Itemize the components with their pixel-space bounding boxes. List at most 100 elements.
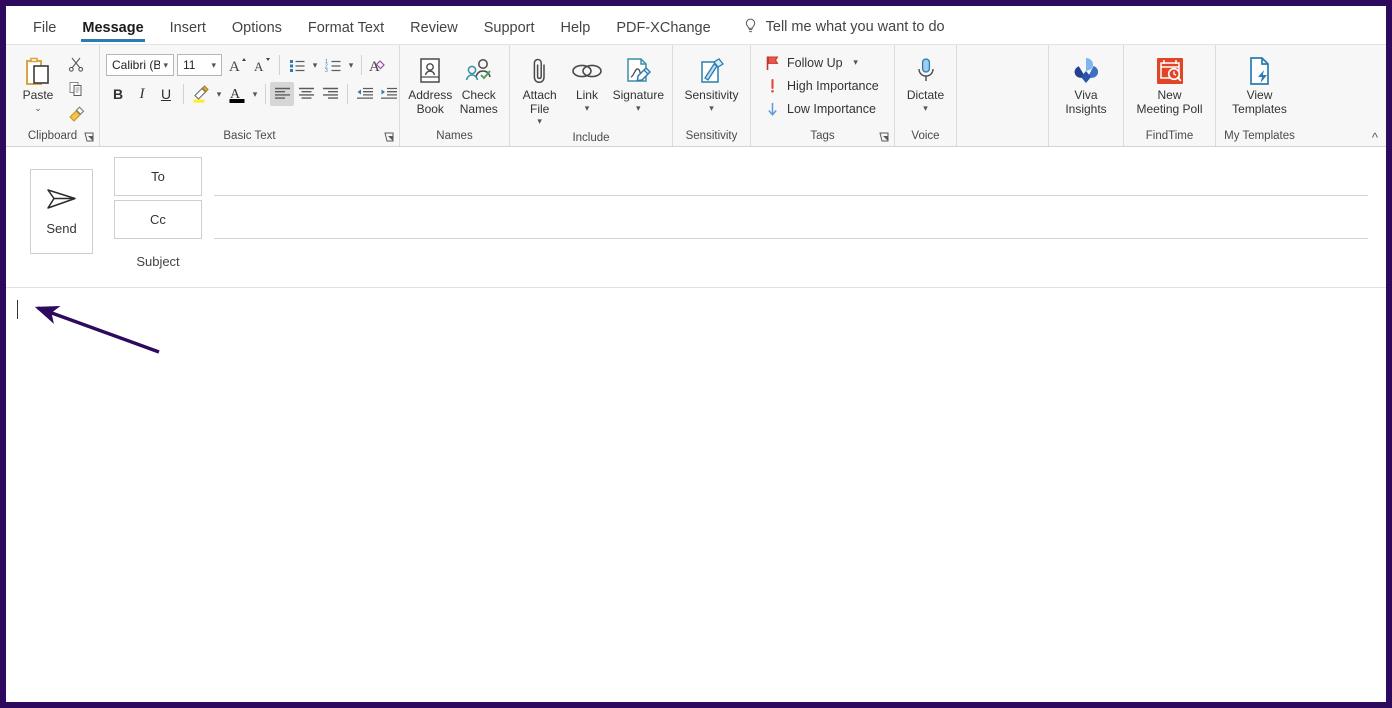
to-button[interactable]: To — [114, 157, 202, 196]
new-meeting-poll-button[interactable]: New Meeting Poll — [1130, 50, 1209, 119]
bullets-button[interactable] — [285, 53, 309, 77]
tab-help[interactable]: Help — [548, 21, 604, 45]
ribbon-group-my-templates: View Templates My Templates — [1215, 45, 1303, 146]
subject-row: Subject — [114, 243, 1368, 279]
sensitivity-label: Sensitivity — [684, 89, 738, 103]
tags-dialog-launcher[interactable] — [879, 132, 890, 143]
font-color-icon: A — [227, 85, 247, 104]
basic-text-dialog-launcher[interactable] — [384, 132, 395, 143]
font-name-value: Calibri (Bo — [112, 58, 160, 72]
font-color-chevron-down-icon[interactable]: ▾ — [249, 89, 261, 100]
bold-button[interactable]: B — [106, 82, 130, 106]
low-importance-button[interactable]: Low Importance — [761, 97, 880, 120]
increase-indent-button[interactable] — [377, 82, 401, 106]
tab-pdf-xchange[interactable]: PDF-XChange — [603, 21, 723, 45]
sensitivity-button[interactable]: Sensitivity ▾ — [679, 50, 744, 116]
decrease-indent-button[interactable] — [353, 82, 377, 106]
copy-icon — [68, 81, 84, 97]
attach-file-button[interactable]: Attach File ▾ — [516, 50, 563, 129]
collapse-ribbon-button[interactable]: ^ — [1372, 131, 1378, 144]
italic-label: I — [140, 86, 145, 103]
tab-file[interactable]: File — [20, 21, 69, 45]
underline-label: U — [161, 86, 171, 102]
to-input[interactable] — [214, 157, 1368, 196]
bold-label: B — [113, 86, 123, 102]
ribbon-group-basic-text: Calibri (Bo ▾ 11 ▾ A — [99, 45, 399, 146]
cc-button[interactable]: Cc — [114, 200, 202, 239]
viva-insights-button[interactable]: Viva Insights — [1055, 50, 1117, 119]
group-label-include: Include — [510, 129, 672, 148]
high-importance-button[interactable]: High Importance — [761, 74, 883, 97]
tab-insert[interactable]: Insert — [157, 21, 219, 45]
font-name-chevron-down-icon[interactable]: ▾ — [160, 60, 171, 71]
clipboard-dialog-launcher[interactable] — [84, 132, 95, 143]
follow-up-chevron-down-icon[interactable]: ▾ — [850, 57, 862, 68]
clear-formatting-button[interactable]: A — [366, 53, 390, 77]
group-label-tags: Tags — [751, 127, 894, 146]
font-size-combo[interactable]: 11 ▾ — [177, 54, 222, 76]
copy-button[interactable] — [64, 77, 88, 101]
signature-chevron-down-icon[interactable]: ▾ — [636, 104, 641, 113]
link-button[interactable]: Link ▾ — [563, 50, 610, 116]
group-label-names: Names — [400, 127, 509, 146]
font-color-button[interactable]: A — [225, 82, 249, 106]
address-book-button[interactable]: Address Book — [406, 50, 455, 119]
tell-me-search[interactable]: Tell me what you want to do — [724, 18, 958, 44]
attach-file-label: Attach File — [523, 89, 557, 116]
ribbon-group-viva: Viva Insights — [1048, 45, 1123, 146]
align-center-button[interactable] — [294, 82, 318, 106]
dictate-button[interactable]: Dictate ▾ — [901, 50, 950, 116]
view-templates-button[interactable]: View Templates — [1222, 50, 1297, 119]
grow-font-button[interactable]: A — [226, 53, 250, 77]
font-size-chevron-down-icon[interactable]: ▾ — [208, 60, 219, 71]
highlight-chevron-down-icon[interactable]: ▾ — [213, 89, 225, 100]
italic-button[interactable]: I — [130, 82, 154, 106]
cc-input[interactable] — [214, 200, 1368, 239]
numbering-chevron-down-icon[interactable]: ▾ — [345, 60, 357, 71]
sensitivity-chevron-down-icon[interactable]: ▾ — [709, 104, 714, 113]
font-name-combo[interactable]: Calibri (Bo ▾ — [106, 54, 174, 76]
bullets-chevron-down-icon[interactable]: ▾ — [309, 60, 321, 71]
ribbon: Paste ⌄ — [6, 44, 1386, 147]
align-left-button[interactable] — [270, 82, 294, 106]
tab-review[interactable]: Review — [397, 21, 471, 45]
underline-button[interactable]: U — [154, 82, 178, 106]
signature-label: Signature — [613, 89, 664, 103]
paste-chevron-down-icon[interactable]: ⌄ — [34, 104, 42, 113]
message-body[interactable] — [6, 288, 1386, 702]
paste-label: Paste — [23, 89, 54, 103]
ribbon-group-sensitivity: Sensitivity ▾ Sensitivity — [672, 45, 750, 146]
tab-support[interactable]: Support — [471, 21, 548, 45]
text-highlight-color-button[interactable] — [189, 82, 213, 106]
tab-message[interactable]: Message — [69, 21, 156, 45]
group-label-basic-text: Basic Text — [100, 127, 399, 146]
numbering-button[interactable]: 1 2 3 — [321, 53, 345, 77]
grow-font-icon: A — [229, 56, 248, 74]
group-label-clipboard: Clipboard — [6, 127, 99, 146]
tab-options[interactable]: Options — [219, 21, 295, 45]
dictate-chevron-down-icon[interactable]: ▾ — [923, 104, 928, 113]
clear-formatting-icon: A — [369, 57, 388, 74]
link-chevron-down-icon[interactable]: ▾ — [585, 104, 590, 113]
cut-button[interactable] — [64, 52, 88, 76]
send-button[interactable]: Send — [30, 169, 93, 254]
subject-input[interactable] — [202, 243, 1368, 279]
paste-button[interactable]: Paste ⌄ — [12, 50, 64, 116]
group-label-spacer — [957, 127, 1048, 146]
link-icon — [570, 53, 604, 89]
tab-format-text[interactable]: Format Text — [295, 21, 397, 45]
signature-button[interactable]: Signature ▾ — [611, 50, 666, 116]
follow-up-button[interactable]: Follow Up ▾ — [761, 51, 866, 74]
svg-text:A: A — [229, 59, 240, 74]
flag-icon — [765, 55, 780, 71]
attach-file-chevron-down-icon[interactable]: ▾ — [537, 117, 542, 126]
font-size-value: 11 — [183, 58, 208, 72]
shrink-font-button[interactable]: A — [250, 53, 274, 77]
align-right-icon — [322, 87, 339, 101]
decrease-indent-icon — [356, 87, 374, 101]
check-names-button[interactable]: Check Names — [455, 50, 504, 119]
format-painter-button[interactable] — [64, 102, 88, 126]
compose-header: Send To Cc Subject — [6, 147, 1386, 288]
group-label-viva — [1049, 127, 1123, 146]
align-right-button[interactable] — [318, 82, 342, 106]
